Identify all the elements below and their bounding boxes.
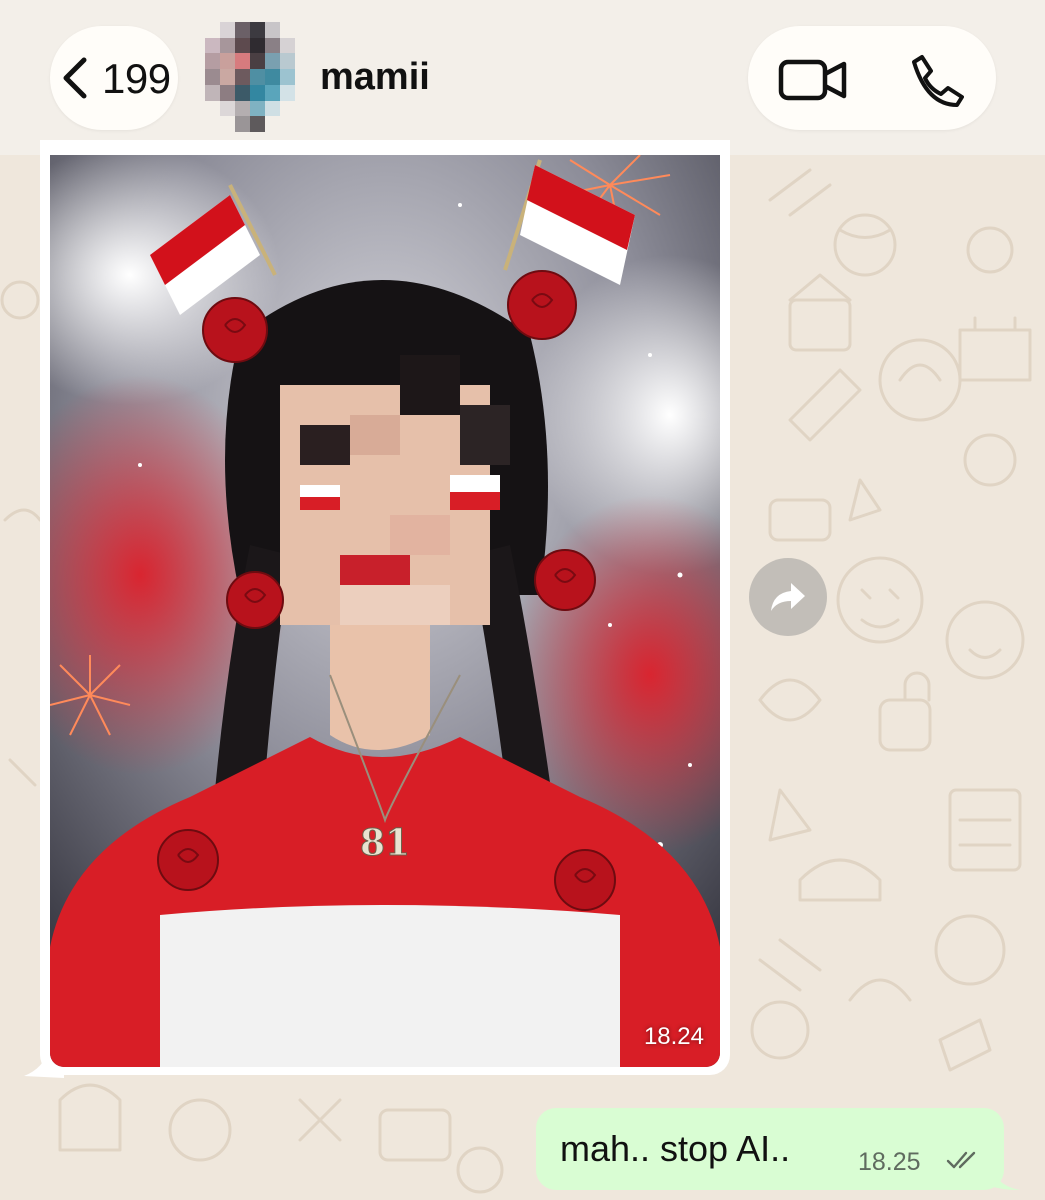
contact-avatar[interactable] xyxy=(205,22,295,132)
forward-button[interactable] xyxy=(749,558,827,636)
phone-icon[interactable] xyxy=(908,52,964,108)
double-check-icon xyxy=(946,1151,976,1169)
pendant-number: 81 xyxy=(360,822,410,864)
message-time: 18.25 xyxy=(858,1148,921,1176)
message-time: 18.24 xyxy=(643,1023,704,1050)
message-text: mah.. stop AI.. xyxy=(560,1128,791,1169)
chevron-left-icon xyxy=(63,57,87,99)
unread-count: 199 xyxy=(102,55,171,102)
bubble-tail xyxy=(990,1164,1020,1190)
outgoing-message-bubble[interactable]: mah.. stop AI.. 18.25 xyxy=(536,1108,1004,1190)
back-button[interactable]: 199 xyxy=(50,26,178,130)
contact-name[interactable]: mamii xyxy=(320,56,430,99)
video-call-icon[interactable] xyxy=(778,58,848,102)
shared-photo[interactable]: 81 18.24 xyxy=(50,155,720,1067)
chat-header: 199 mamii xyxy=(0,0,1045,155)
call-actions xyxy=(748,26,996,130)
forward-icon xyxy=(771,583,805,611)
